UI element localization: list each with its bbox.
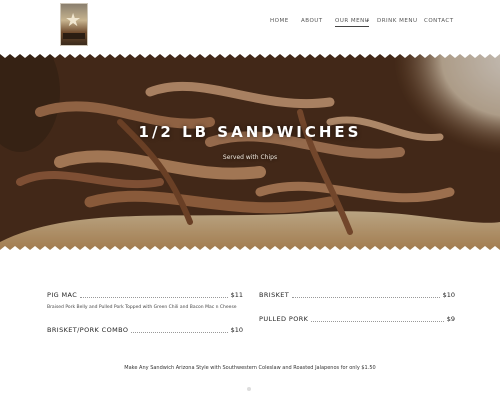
menu-item-name: BRISKET/PORK COMBO [47,326,129,334]
menu-item-pig-mac: PIG MAC $11 [47,291,243,299]
menu-item-brisket-pork-combo: BRISKET/PORK COMBO $10 [47,326,243,334]
logo-bar [63,33,85,39]
menu-item-description: Braised Pork Belly and Pulled Pork Toppe… [47,305,237,310]
menu-item-price: $9 [446,315,455,323]
menu-dots [292,297,440,298]
scroll-indicator-dot[interactable] [247,387,251,391]
nav-drink-menu[interactable]: DRINK MENU [377,18,418,24]
nav-contact[interactable]: CONTACT [424,18,454,24]
site-header: ★ HOME ABOUT OUR MENU + DRINK MENU CONTA… [0,0,500,52]
arizona-style-note: Make Any Sandwich Arizona Style with Sou… [124,365,376,371]
menu-item-name: PULLED PORK [259,315,309,323]
hero-subtitle: Served with Chips [222,154,278,161]
menu-item-price: $11 [230,291,243,299]
hero-title: 1/2 LB SANDWICHES [138,123,362,141]
menu-item-brisket: BRISKET $10 [259,291,455,299]
menu-dots [80,297,228,298]
menu-item-price: $10 [442,291,455,299]
menu-dots [311,321,444,322]
hero-banner [0,52,500,252]
zigzag-top-edge [0,52,500,58]
menu-item-name: PIG MAC [47,291,78,299]
menu-dots [131,332,228,333]
dropdown-icon[interactable]: + [365,18,370,24]
hero-image [0,52,500,252]
menu-item-pulled-pork: PULLED PORK $9 [259,315,455,323]
menu-item-price: $10 [230,326,243,334]
zigzag-bottom-edge [0,246,500,252]
menu-item-name: BRISKET [259,291,290,299]
nav-about[interactable]: ABOUT [301,18,323,24]
nav-home[interactable]: HOME [270,18,289,24]
main-nav: HOME ABOUT OUR MENU + DRINK MENU CONTACT [0,18,500,32]
